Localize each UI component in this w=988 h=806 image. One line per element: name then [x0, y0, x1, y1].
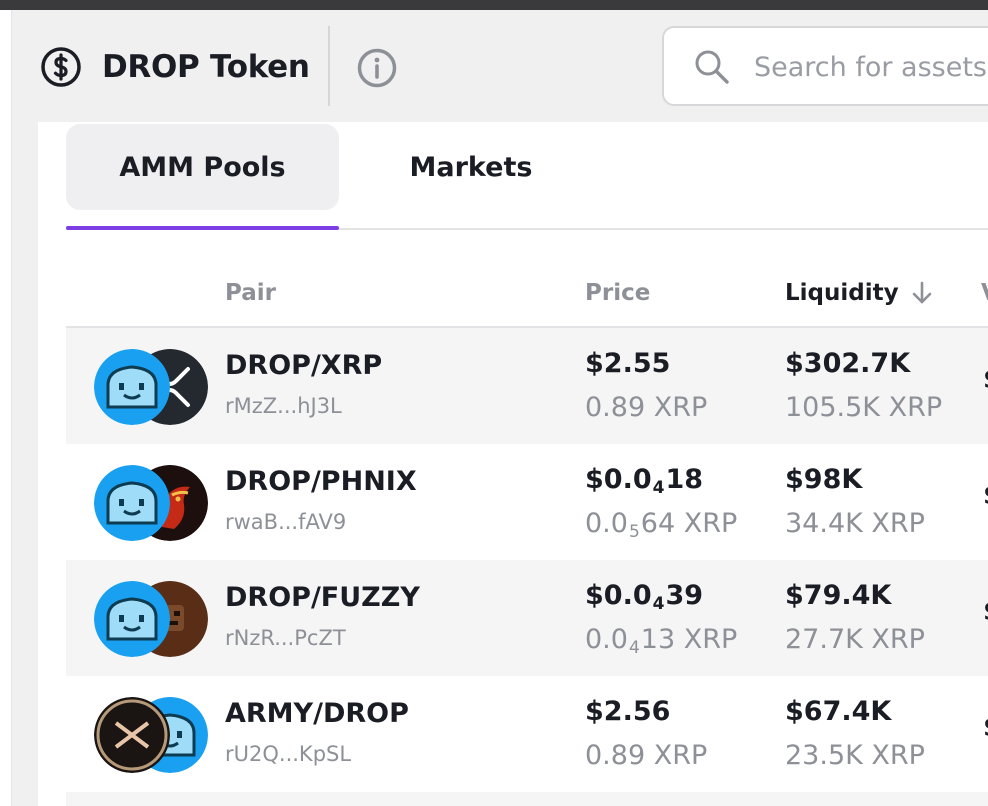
page-title: DROP Token — [102, 49, 310, 85]
header-divider — [328, 26, 330, 106]
column-header-volume[interactable]: V — [981, 280, 988, 306]
liquidity-usd: $302.7K — [785, 348, 911, 379]
price-usd: $2.55 — [585, 348, 671, 379]
liquidity-xrp: 27.7K XRP — [785, 624, 925, 655]
price-prefix: 0.0 — [585, 624, 628, 655]
volume-usd: $ — [983, 364, 988, 395]
tab-amm-pools[interactable]: AMM Pools — [66, 124, 339, 210]
price-usd: $0.0418 — [585, 464, 704, 498]
price-prefix: $0.0 — [585, 580, 652, 611]
army-token-icon — [94, 697, 170, 773]
table-row[interactable] — [66, 792, 988, 806]
price-digits: 13 XRP — [640, 624, 738, 655]
drop-token-icon — [94, 581, 170, 657]
price-digits: 39 — [665, 580, 704, 611]
price-usd: $2.56 — [585, 696, 671, 727]
pools-panel: AMM Pools Markets Pair Price Liquidity V… — [38, 122, 988, 806]
volume-usd: $ — [983, 596, 988, 627]
pool-address: rU2Q...KpSL — [225, 742, 352, 766]
window-top-bar — [0, 0, 988, 10]
price-xrp: 0.89 XRP — [585, 392, 708, 423]
table-row[interactable]: DROP/PHNIX rwaB...fAV9 $0.0418 0.0564 XR… — [66, 444, 988, 560]
price-prefix: $0.0 — [585, 464, 652, 495]
tab-bar: AMM Pools Markets — [66, 122, 988, 230]
price-prefix: 0.0 — [585, 508, 628, 539]
pair-name: ARMY/DROP — [225, 698, 409, 729]
price-digits: 18 — [665, 464, 704, 495]
column-header-pair[interactable]: Pair — [225, 280, 276, 306]
dollar-coin-icon — [41, 47, 81, 87]
pool-address: rNzR...PcZT — [225, 626, 346, 650]
table-row[interactable]: DROP/XRP rMzZ...hJ3L $2.55 0.89 XRP $302… — [66, 328, 988, 444]
pair-name: DROP/FUZZY — [225, 582, 420, 613]
token-header: DROP Token — [14, 10, 988, 120]
price-usd: $0.0439 — [585, 580, 704, 614]
liquidity-usd: $79.4K — [785, 580, 892, 611]
price-xrp: 0.89 XRP — [585, 740, 708, 771]
liquidity-xrp: 34.4K XRP — [785, 508, 925, 539]
tab-label: Markets — [409, 151, 533, 183]
liquidity-usd: $98K — [785, 464, 863, 495]
price-xrp: 0.0564 XRP — [585, 508, 738, 542]
zero-count: 4 — [652, 478, 665, 498]
search-input[interactable] — [754, 48, 988, 86]
zero-count: 5 — [628, 522, 640, 542]
price-xrp: 0.0413 XRP — [585, 624, 738, 658]
liquidity-xrp: 23.5K XRP — [785, 740, 925, 771]
volume-usd: $ — [983, 712, 988, 743]
liquidity-usd: $67.4K — [785, 696, 892, 727]
pool-address: rwaB...fAV9 — [225, 510, 347, 534]
zero-count: 4 — [652, 594, 665, 614]
table-row[interactable]: DROP/FUZZY rNzR...PcZT $0.0439 0.0413 XR… — [66, 560, 988, 676]
active-tab-indicator — [66, 226, 339, 230]
pair-name: DROP/XRP — [225, 350, 383, 381]
price-digits: 64 XRP — [640, 508, 738, 539]
tab-label: AMM Pools — [119, 151, 286, 183]
side-panel-edge — [0, 10, 12, 806]
pair-name: DROP/PHNIX — [225, 466, 417, 497]
zero-count: 4 — [628, 638, 640, 658]
tab-markets[interactable]: Markets — [356, 124, 586, 210]
volume-usd: $ — [983, 480, 988, 511]
liquidity-xrp: 105.5K XRP — [785, 392, 943, 423]
drop-token-icon — [94, 465, 170, 541]
info-icon[interactable] — [356, 47, 398, 89]
column-header-label: Liquidity — [785, 280, 899, 306]
drop-token-icon — [94, 349, 170, 425]
search-icon — [695, 50, 729, 84]
column-header-liquidity[interactable]: Liquidity — [785, 280, 935, 306]
column-header-price[interactable]: Price — [585, 280, 650, 306]
sort-descending-icon — [912, 281, 931, 304]
table-header: Pair Price Liquidity V — [66, 262, 988, 328]
pool-address: rMzZ...hJ3L — [225, 394, 342, 418]
table-row[interactable]: ARMY/DROP rU2Q...KpSL $2.56 0.89 XRP $67… — [66, 676, 988, 792]
search-box[interactable] — [662, 26, 988, 106]
